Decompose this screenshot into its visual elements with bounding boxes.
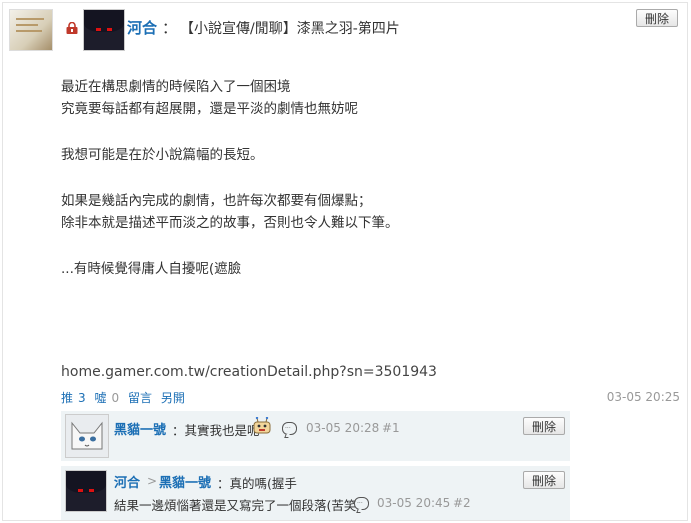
comment-floor: #2 — [453, 496, 471, 510]
delete-post-button[interactable]: 刪除 — [636, 9, 678, 27]
commenter-name[interactable]: 黑貓一號 — [114, 419, 166, 438]
push-button[interactable]: 推 — [61, 391, 73, 405]
post-link[interactable]: home.gamer.com.tw/creationDetail.php?sn=… — [61, 364, 437, 380]
commenter-avatar[interactable] — [65, 470, 107, 512]
body-line: 究竟要每話都有超展開，還是平淡的劇情也無妨呢 — [61, 101, 358, 117]
comment-link[interactable]: 留言 — [128, 391, 152, 405]
delete-comment-button[interactable]: 刪除 — [523, 417, 565, 435]
comment-item: 河合 > 黑貓一號 ：真的嗎(握手 結果一邊煩惱著還是又寫完了一個段落(苦笑 ·… — [61, 466, 570, 520]
body-line: ...有時候覺得庸人自擾呢(遮臉 — [61, 261, 242, 277]
comment-text: ：真的嗎(握手 — [217, 476, 297, 491]
comment-time: 03-05 20:45 — [377, 496, 451, 510]
header-colon: ： — [162, 19, 178, 37]
comment-item: 黑貓一號 ：其實我也是呢 ··· 03-05 20:28 #1 刪除 — [61, 411, 570, 461]
reply-arrow: > — [147, 474, 158, 488]
comment-time: 03-05 20:28 — [306, 421, 380, 435]
commenter-avatar[interactable] — [65, 414, 109, 458]
cat-avatar-icon — [66, 415, 108, 457]
push-count: 3 — [78, 391, 86, 405]
body-line: 我想可能是在於小說篇幅的長短。 — [61, 147, 264, 163]
body-line: 最近在構思劇情的時候陷入了一個困境 — [61, 79, 291, 95]
post-timestamp: 03-05 20:25 — [606, 390, 680, 404]
boo-button[interactable]: 噓 — [94, 391, 106, 405]
speech-bubble-icon[interactable]: ··· — [354, 497, 369, 510]
delete-comment-button[interactable]: 刪除 — [523, 471, 565, 489]
body-line: 除非本就是描述平而淡之的故事，否則也令人難以下筆。 — [61, 215, 399, 231]
body-line: 如果是幾話內完成的劇情，也許每次都要有個爆點； — [61, 193, 372, 209]
author-name[interactable]: 河合 — [127, 17, 157, 38]
post-title[interactable]: 【小說宣傳/閒聊】漆黑之羽-第四片 — [180, 18, 400, 38]
speech-bubble-icon[interactable]: ··· — [282, 422, 297, 435]
post-thumbnail[interactable] — [9, 9, 53, 51]
robot-emoticon — [253, 417, 271, 434]
lock-icon — [66, 22, 78, 34]
comment-text-line2: 結果一邊煩惱著還是又寫完了一個段落(苦笑 — [114, 498, 357, 513]
commenter-name[interactable]: 河合 — [114, 472, 140, 491]
post-body: 最近在構思劇情的時候陷入了一個困境 究竟要每話都有超展開，還是平淡的劇情也無妨呢… — [61, 76, 661, 280]
author-avatar[interactable] — [83, 9, 125, 51]
boo-count: 0 — [111, 391, 120, 405]
comment-floor: #1 — [382, 421, 400, 435]
comment-text: ：其實我也是呢 — [172, 423, 260, 438]
share-link[interactable]: 另開 — [161, 391, 185, 405]
reply-to-name[interactable]: 黑貓一號 — [159, 472, 211, 491]
post-actions: 推3 噓0 留言 另開 — [61, 389, 190, 406]
